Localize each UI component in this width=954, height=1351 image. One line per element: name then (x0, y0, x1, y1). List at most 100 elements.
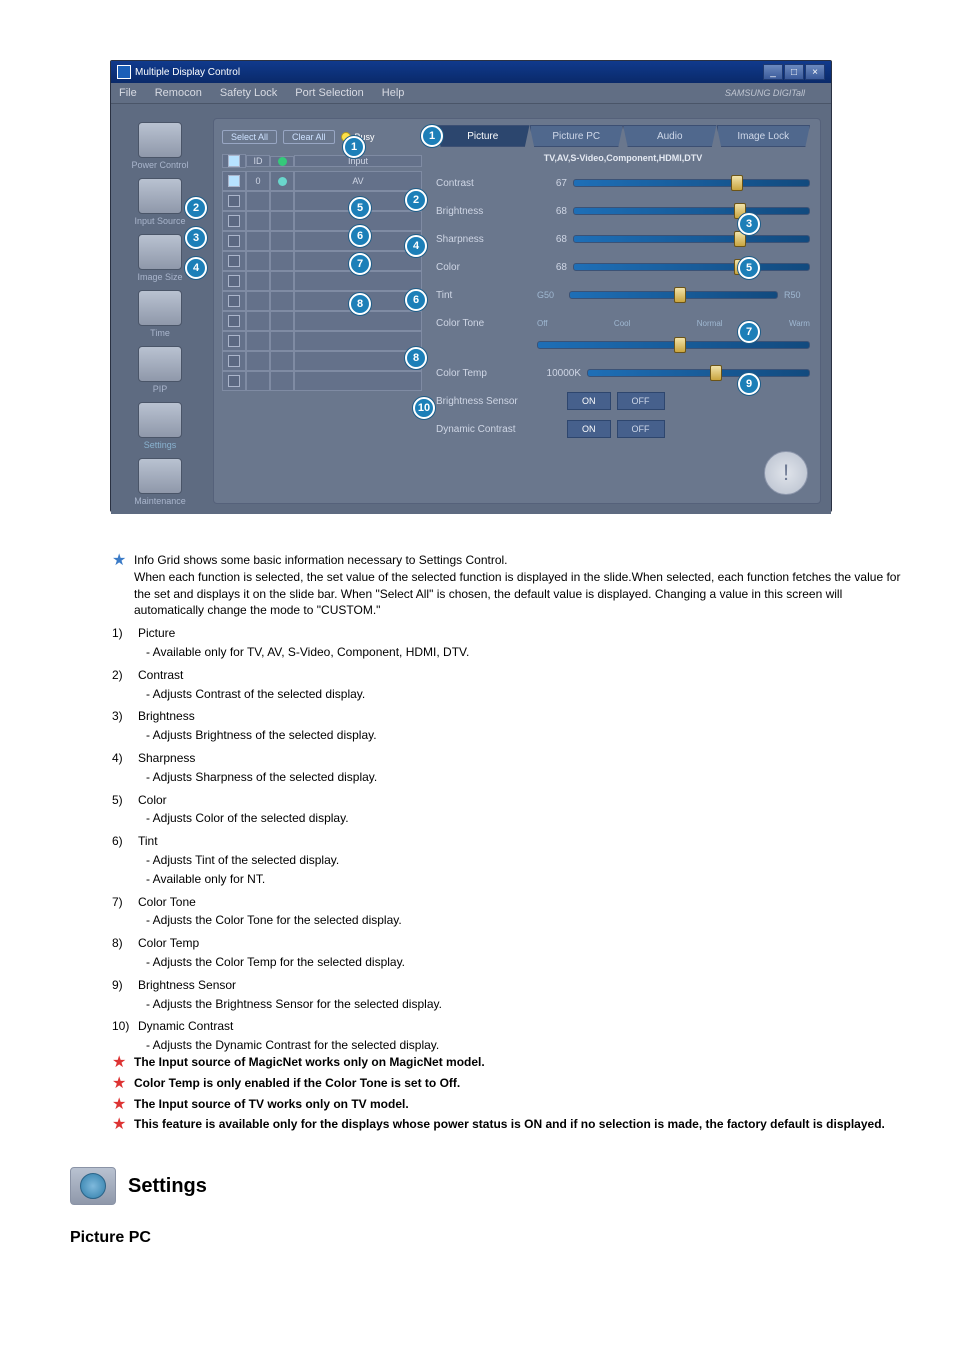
row-contrast: Contrast 67 (436, 171, 810, 195)
list-item: 4)Sharpness- Adjusts Sharpness of the se… (112, 750, 914, 786)
list-item: 6)Tint- Adjusts Tint of the selected dis… (112, 833, 914, 887)
row-checkbox[interactable] (228, 195, 240, 207)
table-row[interactable] (222, 211, 422, 231)
list-item: 9)Brightness Sensor- Adjusts the Brightn… (112, 977, 914, 1013)
star-icon: ★ (112, 552, 126, 569)
app-icon (117, 65, 131, 79)
table-row[interactable] (222, 311, 422, 331)
header-id: ID (246, 155, 270, 167)
row-status (270, 291, 294, 311)
brightness-slider[interactable] (573, 207, 810, 215)
bsensor-on-button[interactable]: ON (567, 392, 611, 410)
settings-heading-icon (70, 1167, 116, 1205)
row-status (270, 271, 294, 291)
minimize-button[interactable]: _ (763, 64, 783, 80)
list-item: 7)Color Tone- Adjusts the Color Tone for… (112, 894, 914, 930)
input-source-icon (138, 178, 182, 214)
row-checkbox[interactable] (228, 235, 240, 247)
dcontrast-on-button[interactable]: ON (567, 420, 611, 438)
table-row[interactable] (222, 251, 422, 271)
settings-icon (138, 402, 182, 438)
sharpness-slider[interactable] (573, 235, 810, 243)
contrast-slider[interactable] (573, 179, 810, 187)
header-status (270, 156, 294, 167)
notes-section: ★ Info Grid shows some basic information… (112, 552, 914, 1133)
table-row[interactable] (222, 191, 422, 211)
row-checkbox[interactable] (228, 375, 240, 387)
sidebar-item-time[interactable]: Time (124, 290, 196, 338)
window-title: Multiple Display Control (135, 67, 240, 78)
table-row[interactable] (222, 331, 422, 351)
maximize-button[interactable]: □ (784, 64, 804, 80)
time-icon (138, 290, 182, 326)
star-icon: ★ (112, 1096, 126, 1113)
row-checkbox[interactable] (228, 255, 240, 267)
color-temp-slider[interactable] (587, 369, 810, 377)
sidebar-item-pip[interactable]: PIP (124, 346, 196, 394)
row-checkbox[interactable] (228, 275, 240, 287)
row-status (270, 331, 294, 351)
list-item: 1)Picture- Available only for TV, AV, S-… (112, 625, 914, 661)
color-slider[interactable] (573, 263, 810, 271)
menu-remocon[interactable]: Remocon (155, 87, 202, 99)
row-status (270, 371, 294, 391)
help-icon[interactable]: ! (764, 451, 808, 495)
table-row[interactable] (222, 291, 422, 311)
list-item: 5)Color- Adjusts Color of the selected d… (112, 792, 914, 828)
tab-picture-pc[interactable]: Picture PC (530, 125, 624, 147)
row-id (246, 271, 270, 291)
row-checkbox[interactable] (228, 355, 240, 367)
row-checkbox[interactable] (228, 295, 240, 307)
menubar: File Remocon Safety Lock Port Selection … (111, 83, 831, 104)
tab-image-lock[interactable]: Image Lock (717, 125, 811, 147)
sidebar-item-input-source[interactable]: Input Source (124, 178, 196, 226)
menu-port-selection[interactable]: Port Selection (295, 87, 363, 99)
row-checkbox[interactable] (228, 315, 240, 327)
row-id (246, 371, 270, 391)
row-status (270, 171, 294, 191)
power-icon (138, 122, 182, 158)
table-row[interactable] (222, 271, 422, 291)
main-panel: Select All Clear All Busy ID Input 0AV (213, 118, 821, 504)
settings-panel: Picture Picture PC Audio Image Lock TV,A… (430, 119, 820, 503)
sidebar-item-settings[interactable]: Settings (124, 402, 196, 450)
dcontrast-off-button[interactable]: OFF (617, 420, 665, 438)
sidebar-item-power[interactable]: Power Control (124, 122, 196, 170)
row-checkbox[interactable] (228, 175, 240, 187)
tint-slider[interactable] (569, 291, 778, 299)
panel-subheader: TV,AV,S-Video,Component,HDMI,DTV (436, 149, 810, 171)
maintenance-icon (138, 458, 182, 494)
tab-picture[interactable]: Picture (436, 125, 530, 147)
row-id (246, 211, 270, 231)
select-all-button[interactable]: Select All (222, 130, 277, 144)
row-id (246, 311, 270, 331)
color-tone-slider[interactable] (537, 341, 810, 349)
table-row[interactable] (222, 351, 422, 371)
table-row[interactable] (222, 231, 422, 251)
bsensor-off-button[interactable]: OFF (617, 392, 665, 410)
warning-note: ★The Input source of MagicNet works only… (112, 1054, 914, 1071)
row-dynamic-contrast: Dynamic Contrast ON OFF (436, 417, 810, 441)
row-checkbox[interactable] (228, 335, 240, 347)
table-row[interactable] (222, 371, 422, 391)
image-size-icon (138, 234, 182, 270)
row-id: 0 (246, 171, 270, 191)
close-button[interactable]: × (805, 64, 825, 80)
grid-header: ID Input (222, 151, 422, 171)
row-status (270, 251, 294, 271)
table-row[interactable]: 0AV (222, 171, 422, 191)
list-item: 2)Contrast- Adjusts Contrast of the sele… (112, 667, 914, 703)
clear-all-button[interactable]: Clear All (283, 130, 335, 144)
star-icon: ★ (112, 1116, 126, 1133)
header-checkbox[interactable] (228, 155, 240, 167)
menu-file[interactable]: File (119, 87, 137, 99)
pip-icon (138, 346, 182, 382)
sidebar-item-maintenance[interactable]: Maintenance (124, 458, 196, 506)
row-input (294, 351, 422, 371)
row-id (246, 351, 270, 371)
list-item: 8)Color Temp- Adjusts the Color Temp for… (112, 935, 914, 971)
row-checkbox[interactable] (228, 215, 240, 227)
menu-safety-lock[interactable]: Safety Lock (220, 87, 277, 99)
menu-help[interactable]: Help (382, 87, 405, 99)
tab-audio[interactable]: Audio (623, 125, 717, 147)
